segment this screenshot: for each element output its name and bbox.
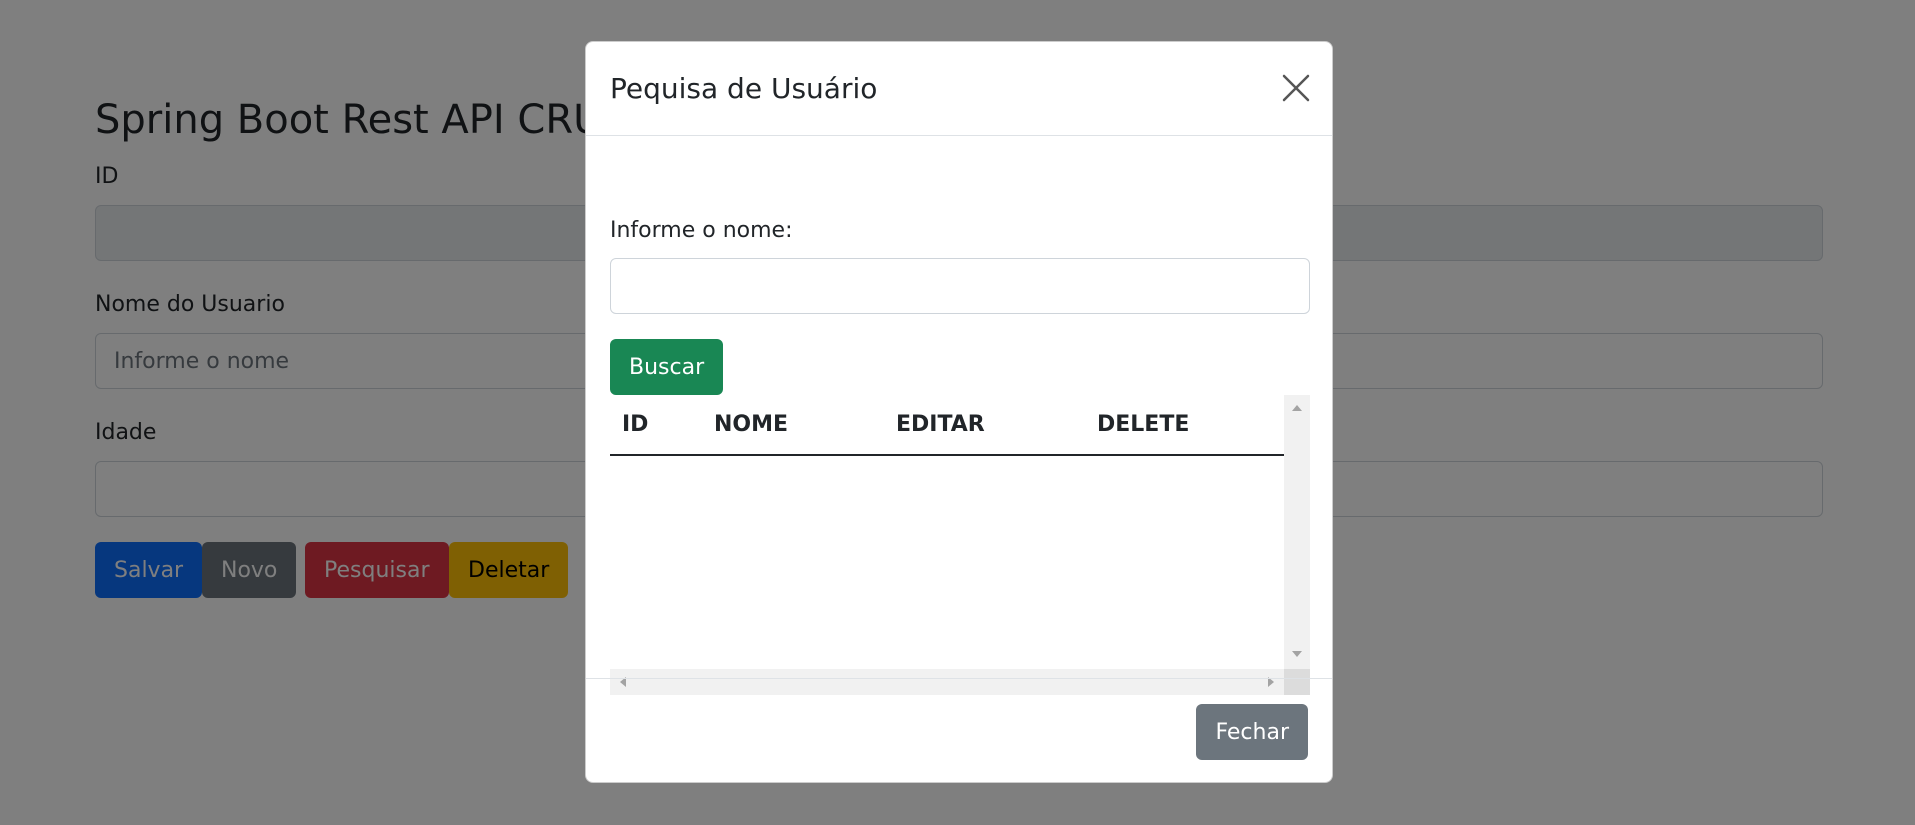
user-search-modal: Pequisa de Usuário Informe o nome: Busca… [585,41,1333,783]
column-header-edit: EDITAR [884,395,1085,456]
table-header-row: ID NOME EDITAR DELETE [610,395,1284,456]
search-name-input[interactable] [610,258,1310,314]
vertical-scrollbar[interactable] [1284,395,1310,669]
scroll-down-arrow-icon[interactable] [1292,651,1302,657]
results-table: ID NOME EDITAR DELETE [610,395,1284,456]
modal-close-button[interactable] [1280,72,1312,104]
find-button[interactable]: Buscar [610,339,724,395]
column-header-id: ID [610,395,702,456]
search-name-label: Informe o nome: [610,218,793,243]
modal-footer: Fechar [586,678,1332,782]
close-modal-button[interactable]: Fechar [1196,704,1308,760]
modal-header: Pequisa de Usuário [586,42,1332,136]
column-header-delete: DELETE [1085,395,1284,456]
modal-title: Pequisa de Usuário [610,72,878,105]
scroll-up-arrow-icon[interactable] [1292,405,1302,411]
close-x-icon [1282,74,1310,102]
results-table-scroll-area[interactable]: ID NOME EDITAR DELETE [610,395,1310,695]
column-header-name: NOME [702,395,884,456]
modal-body: Informe o nome: Buscar ID NOME EDITAR DE… [586,136,1332,695]
page-root: Spring Boot Rest API CRUD ID Nome do Usu… [0,0,1915,825]
results-table-content: ID NOME EDITAR DELETE [610,395,1284,669]
